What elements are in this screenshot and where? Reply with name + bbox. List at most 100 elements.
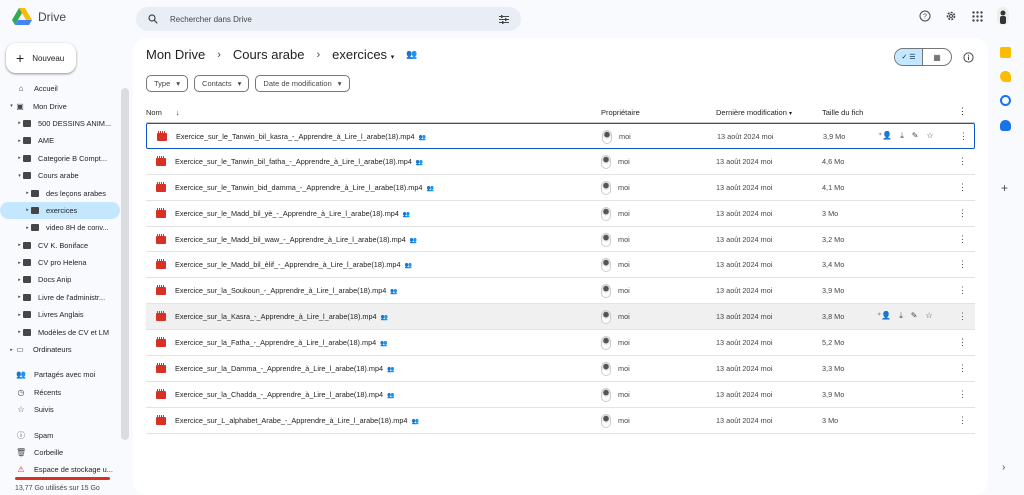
sidebar-item[interactable]: ◷ Récents — [0, 384, 120, 401]
view-toggle[interactable]: ✓ ☰ ▦ — [894, 48, 952, 66]
caret-right-icon[interactable]: ▸ — [16, 329, 23, 335]
sidebar-item[interactable]: ▸ CV K. Boniface — [0, 237, 120, 254]
breadcrumb-parent[interactable]: Cours arabe — [233, 47, 305, 62]
caret-right-icon[interactable]: ▸ — [16, 277, 23, 283]
file-name[interactable]: Exercice_sur_le_Tanwin_bid_damma_-_Appre… — [175, 183, 434, 192]
table-row[interactable]: Exercice_sur_L_alphabet_Arabe_-_Apprendr… — [146, 408, 975, 434]
table-row[interactable]: Exercice_sur_la_Chadda_-_Apprendre_à_Lir… — [146, 382, 975, 408]
sort-arrow-icon[interactable]: ↓ — [176, 108, 180, 117]
sidebar-item[interactable]: ▸ ▭ Ordinateurs — [0, 341, 120, 358]
help-icon[interactable]: ? — [918, 9, 932, 23]
file-name[interactable]: Exercice_sur_la_Soukoun_-_Apprendre_à_Li… — [175, 286, 398, 295]
caret-right-icon[interactable]: ▸ — [16, 312, 23, 318]
sidebar-item[interactable]: ⚠ Espace de stockage u... — [0, 461, 120, 478]
sidebar-item[interactable]: ☆ Suivis — [0, 401, 120, 418]
sidebar-item[interactable]: ▸ CV pro Helena — [0, 254, 120, 271]
sidebar-item[interactable]: ▸ video 8H de conv... — [0, 219, 120, 236]
more-options-icon[interactable]: ⋮ — [958, 337, 967, 348]
sidebar-item[interactable]: ▸ 500 DESSINS ANIM... — [0, 115, 120, 132]
rename-icon[interactable]: ✎ — [912, 131, 919, 141]
apps-grid-icon[interactable] — [970, 9, 984, 23]
table-row[interactable]: Exercice_sur_la_Fatha_-_Apprendre_à_Lire… — [146, 330, 975, 357]
tasks-icon[interactable] — [1000, 95, 1011, 106]
settings-icon[interactable] — [944, 9, 958, 23]
star-icon[interactable]: ☆ — [926, 131, 933, 141]
new-button[interactable]: + Nouveau — [6, 43, 76, 73]
filter-chip[interactable]: Type ▾ — [146, 75, 189, 92]
sidebar-item[interactable]: ⌂ Accueil — [0, 80, 120, 97]
caret-right-icon[interactable]: ▸ — [24, 225, 31, 231]
calendar-icon[interactable] — [1000, 47, 1011, 58]
shared-folder-icon[interactable]: 👥 — [406, 49, 417, 60]
caret-right-icon[interactable]: ▸ — [16, 294, 23, 300]
contacts-icon[interactable] — [1000, 120, 1011, 131]
rename-icon[interactable]: ✎ — [911, 311, 918, 321]
sidebar-item[interactable]: 👥 Partagés avec moi — [0, 366, 120, 383]
sidebar-item[interactable]: ▸ des leçons arabes — [0, 184, 120, 201]
list-view-button[interactable]: ✓ ☰ — [895, 49, 924, 65]
column-size[interactable]: Taille du fich — [822, 108, 863, 117]
column-owner[interactable]: Propriétaire — [601, 108, 640, 117]
file-name[interactable]: Exercice_sur_le_Tanwin_bil_kasra_-_Appre… — [176, 132, 426, 141]
table-row[interactable]: Exercice_sur_le_Tanwin_bid_damma_-_Appre… — [146, 175, 975, 201]
more-options-icon[interactable]: ⋮ — [958, 311, 967, 322]
column-name[interactable]: Nom ↓ — [146, 108, 180, 117]
breadcrumb-root[interactable]: Mon Drive — [146, 47, 205, 62]
file-name[interactable]: Exercice_sur_la_Damma_-_Apprendre_à_Lire… — [175, 364, 395, 373]
search-input[interactable]: Rechercher dans Drive — [170, 15, 497, 24]
download-icon[interactable]: ⤓ — [900, 131, 904, 141]
file-name[interactable]: Exercice_sur_le_Tanwin_bil_fatha_-_Appre… — [175, 157, 423, 166]
search-icon[interactable] — [146, 12, 160, 26]
file-name[interactable]: Exercice_sur_le_Madd_bil_yè_-_Apprendre_… — [175, 209, 410, 218]
sidebar-item[interactable]: ▸ Docs Anip — [0, 271, 120, 288]
filter-chip[interactable]: Contacts ▾ — [194, 75, 250, 92]
table-row[interactable]: Exercice_sur_le_Madd_bil_èlif_-_Apprendr… — [146, 252, 975, 279]
more-options-icon[interactable]: ⋮ — [958, 389, 967, 400]
keep-icon[interactable] — [1000, 71, 1011, 82]
table-row[interactable]: Exercice_sur_la_Damma_-_Apprendre_à_Lire… — [146, 356, 975, 382]
caret-right-icon[interactable]: ▸ — [24, 207, 31, 213]
sidebar-item[interactable]: ▸ Categorie B Compt... — [0, 150, 120, 167]
more-options-icon[interactable]: ⋮ — [958, 285, 967, 296]
sidebar-scrollbar[interactable] — [121, 88, 129, 440]
file-name[interactable]: Exercice_sur_le_Madd_bil_èlif_-_Apprendr… — [175, 260, 412, 269]
sidebar-item[interactable]: ▸ exercices — [0, 201, 120, 220]
table-row[interactable]: Exercice_sur_la_Soukoun_-_Apprendre_à_Li… — [146, 278, 975, 305]
more-options-icon[interactable]: ⋮ — [959, 131, 968, 142]
caret-down-icon[interactable]: ▾ — [16, 173, 23, 179]
caret-right-icon[interactable]: ▸ — [16, 155, 23, 161]
more-options-icon[interactable]: ⋮ — [958, 415, 967, 426]
sidebar-item[interactable]: ▸ Livres Anglais — [0, 306, 120, 323]
caret-down-icon[interactable]: ▾ — [8, 103, 15, 109]
filter-chip[interactable]: Date de modification ▾ — [255, 75, 350, 92]
file-name[interactable]: Exercice_sur_le_Madd_bil_waw_-_Apprendre… — [175, 235, 417, 244]
share-icon[interactable]: ⁺👤 — [877, 311, 891, 321]
caret-right-icon[interactable]: ▸ — [16, 260, 23, 266]
column-modified[interactable]: Dernière modification ▾ — [716, 108, 792, 117]
breadcrumb-current[interactable]: exercices ▾ — [332, 47, 394, 62]
account-avatar[interactable] — [996, 7, 1010, 25]
more-options-icon[interactable]: ⋮ — [958, 259, 967, 270]
grid-view-button[interactable]: ▦ — [923, 49, 951, 65]
search-bar[interactable]: Rechercher dans Drive — [136, 7, 521, 31]
caret-right-icon[interactable]: ▸ — [8, 347, 15, 353]
sidebar-item[interactable]: ▾ ▣ Mon Drive — [0, 97, 120, 114]
caret-right-icon[interactable]: ▸ — [16, 242, 23, 248]
more-options-icon[interactable]: ⋮ — [958, 182, 967, 193]
more-options-icon[interactable]: ⋮ — [958, 106, 967, 117]
sidebar-item[interactable]: ▸ Modèles de CV et LM — [0, 323, 120, 340]
expand-panel-icon[interactable]: › — [1002, 462, 1005, 473]
file-name[interactable]: Exercice_sur_la_Chadda_-_Apprendre_à_Lir… — [175, 390, 395, 399]
caret-right-icon[interactable]: ▸ — [24, 190, 31, 196]
more-options-icon[interactable]: ⋮ — [958, 363, 967, 374]
search-options-icon[interactable] — [497, 12, 511, 26]
more-options-icon[interactable]: ⋮ — [958, 234, 967, 245]
sidebar-item[interactable]: 🗑 Corbeille — [0, 444, 120, 461]
file-name[interactable]: Exercice_sur_L_alphabet_Arabe_-_Apprendr… — [175, 416, 419, 425]
table-row[interactable]: Exercice_sur_le_Madd_bil_waw_-_Apprendre… — [146, 227, 975, 253]
table-row[interactable]: Exercice_sur_le_Tanwin_bil_kasra_-_Appre… — [146, 123, 975, 149]
file-name[interactable]: Exercice_sur_la_Kasra_-_Apprendre_à_Lire… — [175, 312, 388, 321]
sidebar-item[interactable]: ▸ Livre de l'administr... — [0, 289, 120, 306]
table-row[interactable]: Exercice_sur_le_Madd_bil_yè_-_Apprendre_… — [146, 201, 975, 227]
add-addon-icon[interactable]: + — [1001, 181, 1008, 195]
